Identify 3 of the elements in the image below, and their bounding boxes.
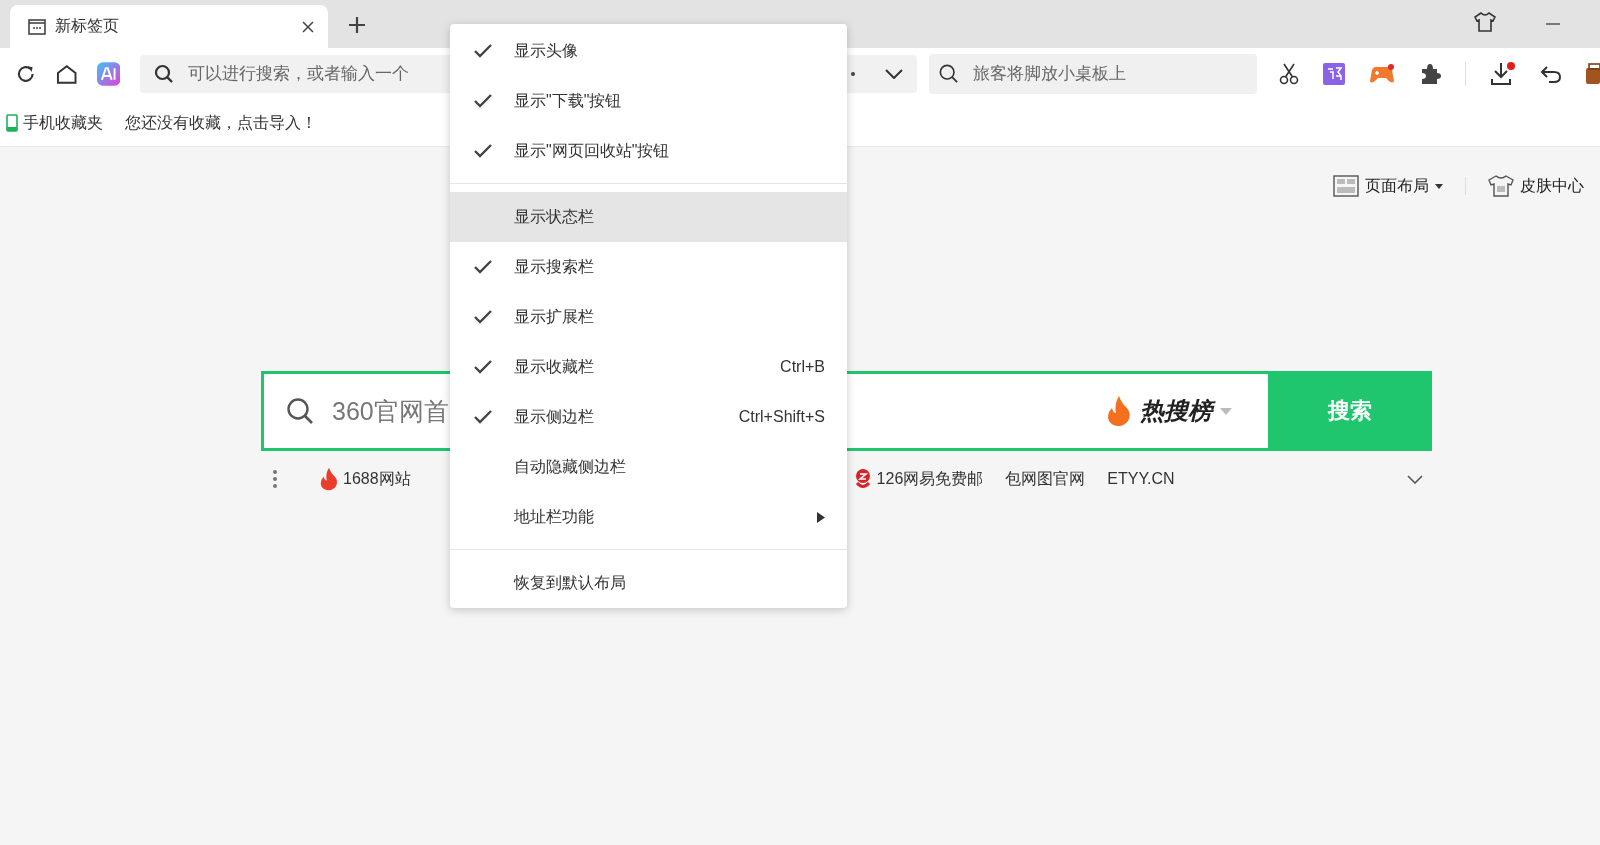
shortcut-label: Ctrl+B: [780, 358, 825, 376]
shortcut-label: Ctrl+Shift+S: [738, 408, 825, 426]
tab-title: 新标签页: [55, 16, 120, 36]
